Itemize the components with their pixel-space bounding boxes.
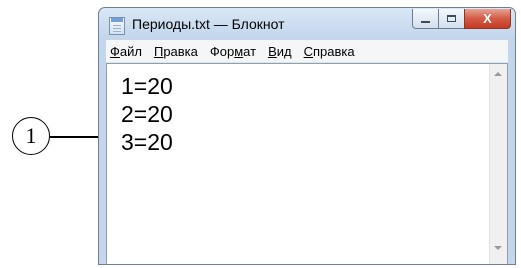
menu-bar: Файл Правка Формат Вид Справка	[106, 40, 508, 63]
menu-format-label-end: ат	[243, 43, 257, 59]
vertical-scrollbar[interactable]	[489, 64, 507, 264]
menu-format[interactable]: Формат	[204, 44, 262, 59]
callout-1: 1	[12, 117, 50, 155]
menu-view-label: ид	[276, 43, 292, 59]
menu-format-label-start: Фор	[209, 43, 235, 59]
menu-file[interactable]: Файл	[106, 44, 148, 59]
text-content[interactable]: 1=20 2=20 3=20	[121, 72, 173, 156]
title-bar[interactable]: Периоды.txt — Блокнот X	[99, 8, 515, 40]
minimize-button[interactable]	[412, 9, 439, 29]
window-title: Периоды.txt — Блокнот	[132, 16, 285, 32]
text-line-2: 2=20	[121, 101, 173, 127]
minimize-icon	[421, 20, 430, 23]
menu-edit[interactable]: Правка	[148, 44, 204, 59]
menu-edit-mnemonic: П	[153, 43, 164, 59]
menu-help-label: правка	[313, 43, 355, 59]
scroll-down-arrow-icon[interactable]	[494, 246, 502, 250]
maximize-icon	[447, 15, 456, 22]
menu-format-mnemonic: м	[234, 43, 244, 59]
menu-help-mnemonic: С	[303, 43, 313, 59]
menu-file-label: айл	[119, 43, 142, 59]
menu-help[interactable]: Справка	[298, 44, 361, 59]
text-editor[interactable]: 1=20 2=20 3=20	[106, 63, 508, 264]
maximize-button[interactable]	[438, 9, 465, 29]
close-icon: X	[483, 11, 492, 26]
notepad-icon[interactable]	[109, 17, 125, 35]
menu-view-mnemonic: В	[268, 43, 277, 59]
text-line-1: 1=20	[121, 73, 173, 99]
window-controls: X	[412, 9, 511, 31]
notepad-window: Периоды.txt — Блокнот X Файл Правка Форм…	[98, 7, 516, 265]
menu-edit-label: равка	[163, 43, 198, 59]
text-line-3: 3=20	[121, 129, 173, 155]
menu-file-mnemonic: Ф	[110, 43, 120, 59]
close-button[interactable]: X	[464, 9, 511, 29]
scroll-up-arrow-icon[interactable]	[494, 72, 502, 76]
menu-view[interactable]: Вид	[262, 44, 298, 59]
